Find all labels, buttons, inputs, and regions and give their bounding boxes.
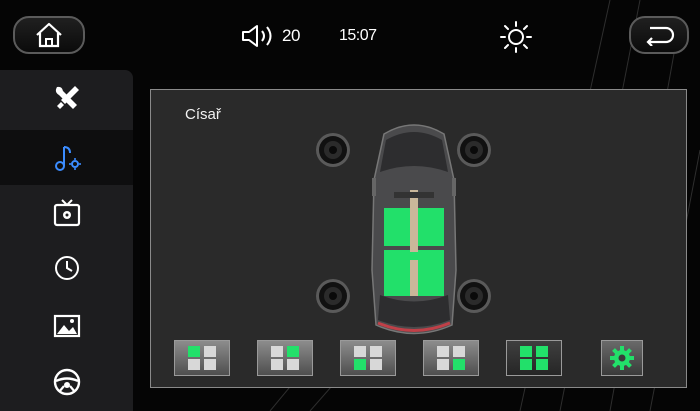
seats-front-right-icon — [271, 346, 299, 370]
home-button[interactable] — [13, 16, 85, 54]
status-bar: 20 15:07 — [0, 0, 700, 70]
mode-front-right-button[interactable] — [257, 340, 313, 376]
seats-rear-right-icon — [437, 346, 465, 370]
seats-all-icon — [520, 346, 548, 370]
mode-all-seats-button[interactable] — [506, 340, 562, 376]
steering-wheel-icon — [53, 368, 80, 395]
mode-rear-left-button[interactable] — [340, 340, 396, 376]
sidebar-item-tv[interactable] — [0, 185, 133, 240]
speaker-rear-left-icon[interactable] — [315, 278, 351, 314]
speaker-volume-icon — [242, 25, 272, 47]
clock-time: 15:07 — [339, 27, 377, 44]
sound-field-panel: Císař — [150, 89, 687, 388]
seats-rear-left-icon — [354, 346, 382, 370]
sound-settings-button[interactable] — [601, 340, 643, 376]
sidebar-item-pictures[interactable] — [0, 298, 133, 353]
volume-indicator[interactable]: 20 — [240, 22, 300, 50]
car-name-label: Císař — [185, 106, 221, 123]
sidebar — [0, 70, 133, 411]
brightness-button[interactable] — [498, 20, 534, 54]
home-icon — [36, 22, 62, 48]
music-settings-icon — [54, 145, 81, 171]
back-arrow-icon — [646, 26, 675, 46]
tools-icon — [55, 85, 79, 109]
back-button[interactable] — [629, 16, 689, 54]
sidebar-item-tools[interactable] — [0, 70, 133, 125]
volume-value: 20 — [282, 26, 300, 45]
picture-icon — [53, 314, 80, 337]
car-top-view — [371, 124, 457, 335]
mode-rear-right-button[interactable] — [423, 340, 479, 376]
sidebar-item-sound[interactable] — [0, 130, 133, 185]
sidebar-item-time[interactable] — [0, 240, 133, 295]
sidebar-item-steering[interactable] — [0, 354, 133, 409]
mode-front-seats-button[interactable] — [174, 340, 230, 376]
seats-front-icon — [188, 346, 216, 370]
gear-icon — [610, 346, 634, 370]
sun-icon — [500, 21, 532, 53]
speaker-front-left-icon[interactable] — [315, 132, 351, 168]
clock-icon — [54, 255, 79, 280]
tv-settings-icon — [53, 198, 80, 226]
